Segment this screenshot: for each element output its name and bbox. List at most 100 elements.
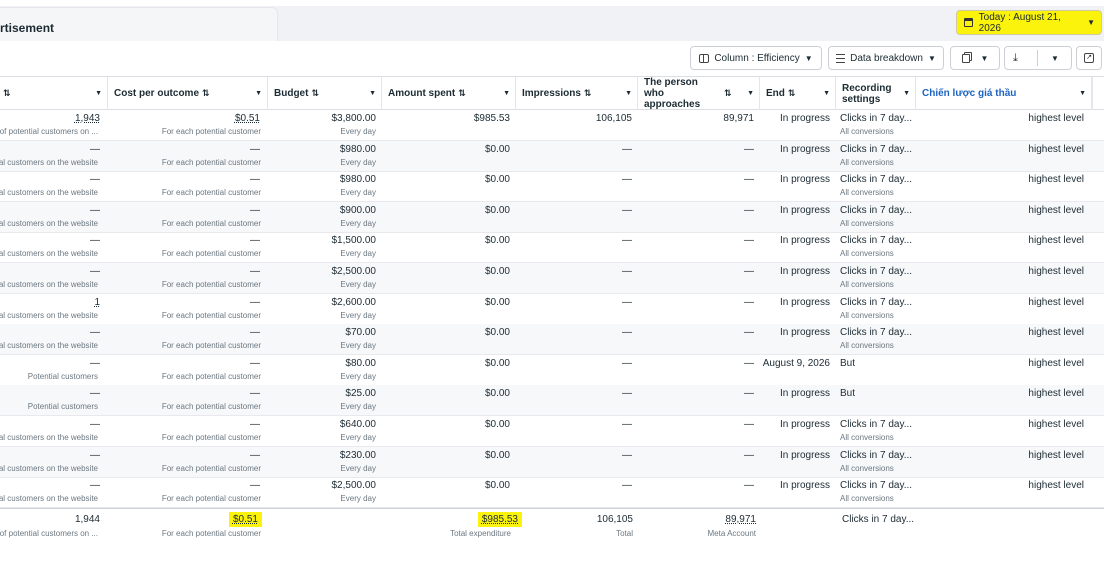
charts-button[interactable]: ↗ [1076, 46, 1102, 70]
budget-cell: $1,500.00 [331, 235, 377, 247]
header-label: Cost per outcome [114, 88, 200, 99]
table-row[interactable]: — al customers on the website — For each po… [0, 416, 1104, 447]
reports-button[interactable]: ▼ [950, 46, 1000, 70]
amount-spent-cell: $0.00 [484, 419, 510, 430]
results-cell: — [90, 388, 100, 400]
columns-button[interactable]: Column : Efficiency ▼ [690, 46, 822, 70]
bid-strategy-cell: highest level [1028, 204, 1084, 216]
results-cell: — [90, 204, 100, 216]
header-bid-strategy[interactable]: Chiến lược giá thầu ▼ [916, 77, 1092, 110]
total-approaches: 89,971 [725, 514, 756, 525]
budget-sub: Every day [340, 371, 376, 381]
results-sub: al customers on the website [0, 280, 98, 289]
chevron-down-icon: ▼ [980, 53, 989, 63]
budget-sub: Every day [340, 402, 376, 412]
tab-title: rtisement [0, 21, 55, 35]
budget-cell: $2,600.00 [331, 296, 377, 308]
header-recording-settings[interactable]: Recording settings ▼ [836, 77, 916, 110]
tab-advertisement[interactable]: rtisement [0, 7, 278, 41]
total-cpo-sub: For each potential customer [161, 529, 261, 538]
results-sub: al customers on the website [0, 310, 98, 320]
recording-cell: Clicks in 7 day... [840, 204, 913, 216]
date-range-button[interactable]: Today : August 21, 2026 ▼ [956, 10, 1102, 35]
table-row[interactable]: — al customers on the website — For each po… [0, 477, 1104, 509]
table-row[interactable]: — Potential customers — For each potential … [0, 355, 1104, 386]
cost-per-outcome-cell: — [250, 327, 260, 339]
recording-sub: All conversions [840, 127, 894, 136]
table-row[interactable]: — al customers on the website — For each po… [0, 171, 1104, 203]
breakdown-label: Data breakdown [850, 52, 923, 64]
chevron-down-icon: ▼ [369, 90, 376, 97]
total-impressions-sub: Total [616, 529, 633, 538]
approaches-cell: 89,971 [723, 113, 754, 124]
approaches-cell: — [744, 480, 754, 492]
bid-strategy-cell: highest level [1028, 419, 1084, 430]
amount-spent-cell: $0.00 [484, 174, 510, 186]
header-results[interactable]: ⇅ ▼ [0, 77, 108, 110]
header-impressions[interactable]: Impressions ⇅ ▼ [516, 77, 638, 110]
bid-strategy-cell: highest level [1028, 449, 1084, 461]
bid-strategy-cell: highest level [1028, 388, 1084, 400]
results-cell: — [90, 143, 100, 155]
table-row[interactable]: — al customers on the website — For each po… [0, 232, 1104, 264]
bid-strategy-cell: highest level [1028, 327, 1084, 339]
cpo-sub: For each potential customer [161, 249, 261, 259]
results-cell: — [90, 174, 100, 186]
recording-cell: Clicks in 7 day... [840, 480, 913, 492]
header-end[interactable]: End ⇅ ▼ [760, 77, 836, 110]
cost-per-outcome-cell: — [250, 143, 260, 155]
header-budget[interactable]: Budget ⇅ ▼ [268, 77, 382, 110]
impressions-cell: — [622, 480, 632, 492]
table-row[interactable]: 1 al customers on the website — For each po… [0, 294, 1104, 325]
header-amount-spent[interactable]: Amount spent ⇅ ▼ [382, 77, 516, 110]
results-cell: — [90, 266, 100, 277]
end-cell: In progress [779, 143, 830, 155]
table-row[interactable]: — Potential customers — For each potential … [0, 385, 1104, 417]
impressions-cell: — [622, 296, 632, 308]
cpo-sub: For each potential customer [161, 127, 261, 136]
header-cost-per-outcome[interactable]: Cost per outcome ⇅ ▼ [108, 77, 268, 110]
approaches-cell: — [744, 235, 754, 247]
table-row[interactable]: — al customers on the website — For each po… [0, 140, 1104, 172]
amount-spent-cell: $0.00 [484, 235, 510, 247]
budget-cell: $980.00 [339, 143, 376, 155]
export-button[interactable]: ⤓ ▼ [1004, 46, 1072, 70]
results-sub: al customers on the website [0, 341, 98, 351]
sort-icon: ⇅ [311, 88, 319, 98]
cost-per-outcome-cell: — [250, 174, 260, 186]
approaches-cell: — [744, 357, 754, 369]
budget-cell: $230.00 [339, 449, 376, 461]
columns-label: Column : Efficiency [714, 52, 800, 64]
approaches-cell: — [744, 143, 754, 155]
recording-sub: All conversions [840, 433, 894, 442]
bid-strategy-cell: highest level [1028, 174, 1084, 186]
impressions-cell: — [622, 327, 632, 339]
impressions-cell: — [622, 419, 632, 430]
chevron-down-icon: ▼ [1051, 53, 1059, 63]
table-row[interactable]: — al customers on the website — For each po… [0, 446, 1104, 478]
cost-per-outcome-cell: $0.51 [234, 113, 260, 124]
header-person-approaches[interactable]: The person who approaches ⇅ ▼ [638, 77, 760, 110]
breakdown-button[interactable]: Data breakdown ▼ [828, 46, 944, 70]
total-recording: Clicks in 7 day... [842, 514, 915, 525]
amount-spent-cell: $985.53 [473, 113, 510, 124]
sort-icon: ⇅ [787, 88, 796, 98]
sort-icon: ⇅ [202, 88, 210, 98]
recording-sub: All conversions [840, 463, 894, 473]
cost-per-outcome-cell: — [250, 419, 260, 430]
table-row[interactable]: 1,943 of potential customers on ... $0.51 F… [0, 110, 1104, 141]
recording-cell: Clicks in 7 day... [840, 449, 913, 461]
budget-sub: Every day [340, 188, 376, 198]
table-row[interactable]: — al customers on the website — For each po… [0, 324, 1104, 356]
budget-sub: Every day [340, 218, 376, 228]
end-cell: In progress [779, 235, 830, 247]
budget-sub: Every day [340, 310, 376, 320]
results-cell: — [90, 327, 100, 339]
end-cell: In progress [779, 113, 830, 124]
header-next[interactable] [1092, 77, 1104, 110]
table-header: ⇅ ▼ Cost per outcome ⇅ ▼ Budget ⇅ ▼ Amount sp… [0, 76, 1104, 110]
table-row[interactable]: — al customers on the website — For each po… [0, 201, 1104, 233]
amount-spent-cell: $0.00 [484, 449, 510, 461]
cpo-sub: For each potential customer [161, 341, 261, 351]
table-row[interactable]: — al customers on the website — For each po… [0, 263, 1104, 294]
